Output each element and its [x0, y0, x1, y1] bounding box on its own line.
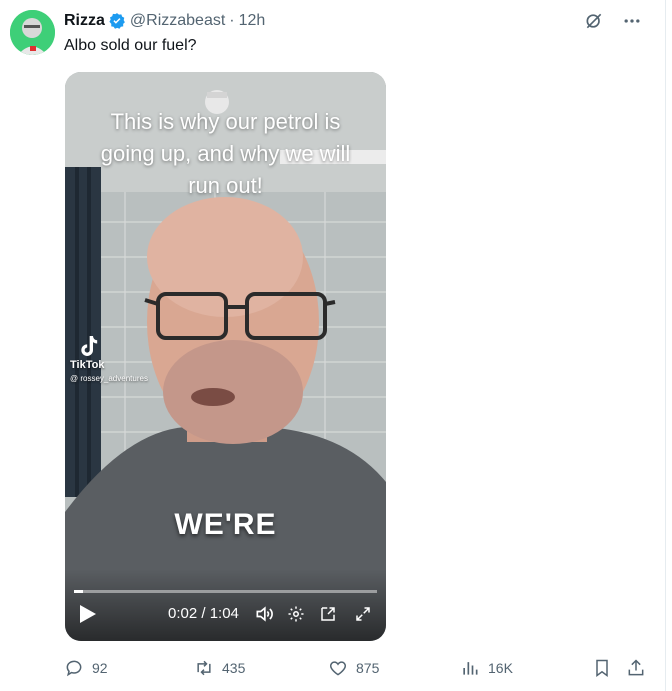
reply-icon — [66, 660, 82, 677]
caption-line: run out! — [188, 173, 263, 198]
pop-out-icon[interactable] — [317, 603, 339, 625]
caption-line: This is why our petrol is — [110, 109, 341, 134]
progress-bar[interactable] — [74, 590, 377, 593]
tiktok-username: @ rossey_adventures — [70, 374, 148, 383]
avatar-image — [10, 10, 55, 55]
repost-button[interactable]: 435 — [194, 654, 245, 682]
timestamp[interactable]: 12h — [239, 12, 266, 30]
reply-count: 92 — [92, 660, 108, 676]
heart-icon — [329, 661, 347, 676]
reply-button[interactable]: 92 — [64, 654, 108, 682]
progress-fill — [74, 590, 84, 593]
like-count: 875 — [356, 660, 380, 676]
verified-badge-icon — [108, 12, 126, 30]
more-icon[interactable] — [621, 10, 643, 32]
video-subtitle: WE'RE — [174, 508, 277, 541]
volume-icon[interactable] — [253, 603, 275, 625]
tiktok-watermark: TikTok @ rossey_adventures — [70, 334, 148, 384]
separator-dot: · — [229, 12, 235, 29]
play-icon[interactable] — [79, 604, 97, 624]
tiktok-brand: TikTok — [70, 359, 105, 371]
bookmark-button[interactable] — [592, 654, 612, 682]
video-caption: This is why our petrol is going up, and … — [65, 106, 386, 202]
time-readout: 0:02 / 1:04 — [168, 605, 239, 622]
bookmark-icon — [596, 659, 608, 677]
share-icon — [628, 659, 644, 676]
video-player[interactable]: This is why our petrol is going up, and … — [65, 72, 386, 641]
avatar[interactable] — [10, 10, 55, 55]
views-button[interactable]: 16K — [460, 654, 513, 682]
like-button[interactable]: 875 — [328, 654, 379, 682]
repost-count: 435 — [222, 660, 246, 676]
tiktok-logo-icon — [81, 336, 98, 356]
header-actions — [583, 10, 643, 32]
video-controls: 0:02 / 1:04 — [65, 569, 386, 641]
fullscreen-icon[interactable] — [352, 603, 374, 625]
view-count: 16K — [488, 660, 513, 676]
tweet-header: Rizza @Rizzabeast · 12h — [64, 10, 265, 32]
grok-icon[interactable] — [583, 10, 605, 32]
views-icon — [463, 662, 478, 675]
repost-icon — [197, 660, 211, 676]
settings-icon[interactable] — [285, 603, 307, 625]
author-handle[interactable]: @Rizzabeast — [130, 12, 225, 30]
share-button[interactable] — [626, 654, 646, 682]
tweet: Rizza @Rizzabeast · 12h Albo sold our fu… — [0, 0, 666, 691]
tweet-text: Albo sold our fuel? — [64, 37, 197, 54]
tweet-actions: 92 435 875 16K — [64, 654, 652, 682]
caption-line: going up, and why we will — [100, 141, 351, 166]
author-name[interactable]: Rizza — [64, 12, 105, 30]
